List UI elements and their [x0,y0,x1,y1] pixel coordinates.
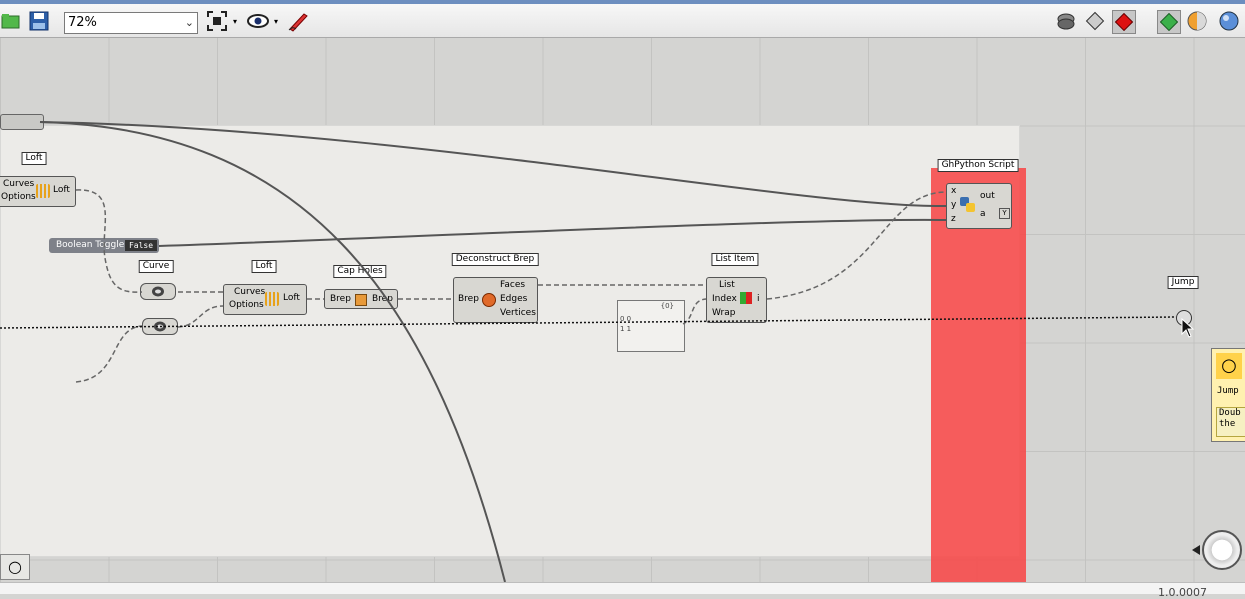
zoom-extents-icon[interactable] [206,10,228,32]
chevron-down-icon: ⌄ [184,16,194,29]
status-bar: 1.0.0007 [0,582,1245,599]
wire-display-icon[interactable] [1055,10,1077,32]
green-display-icon[interactable] [1157,10,1181,34]
main-toolbar: 72% ⌄ ▾ ▾ [0,0,1245,38]
wire-loft-bottom-to-curve [75,325,143,383]
wire-slider-to-x [39,121,947,208]
color-sphere-icon[interactable] [1186,10,1208,32]
open-file-icon[interactable] [0,10,22,32]
wire-panel-to-index [682,298,707,325]
blue-sphere-icon[interactable] [1218,10,1240,32]
wire-jump-dotted [0,316,1177,329]
zoom-extents-dropdown-icon[interactable]: ▾ [230,10,240,32]
mesh-display-icon[interactable] [1084,10,1106,32]
wire-curve2-to-loft [177,305,224,328]
save-icon[interactable] [28,10,50,32]
zoom-select[interactable]: 72% ⌄ [64,12,198,34]
wire-toggle-to-z [158,218,947,247]
zoom-value: 72% [68,15,97,30]
wire-slider-down [39,121,506,582]
preview-dropdown-icon[interactable]: ▾ [271,10,281,32]
wire-list-to-ghpython [766,191,947,300]
wire-loft-to-curve [75,189,143,293]
shaded-display-icon[interactable] [1112,10,1136,34]
wire-layer [0,121,1177,582]
preview-eye-icon[interactable] [247,10,269,32]
sketch-pen-icon[interactable] [287,10,309,32]
